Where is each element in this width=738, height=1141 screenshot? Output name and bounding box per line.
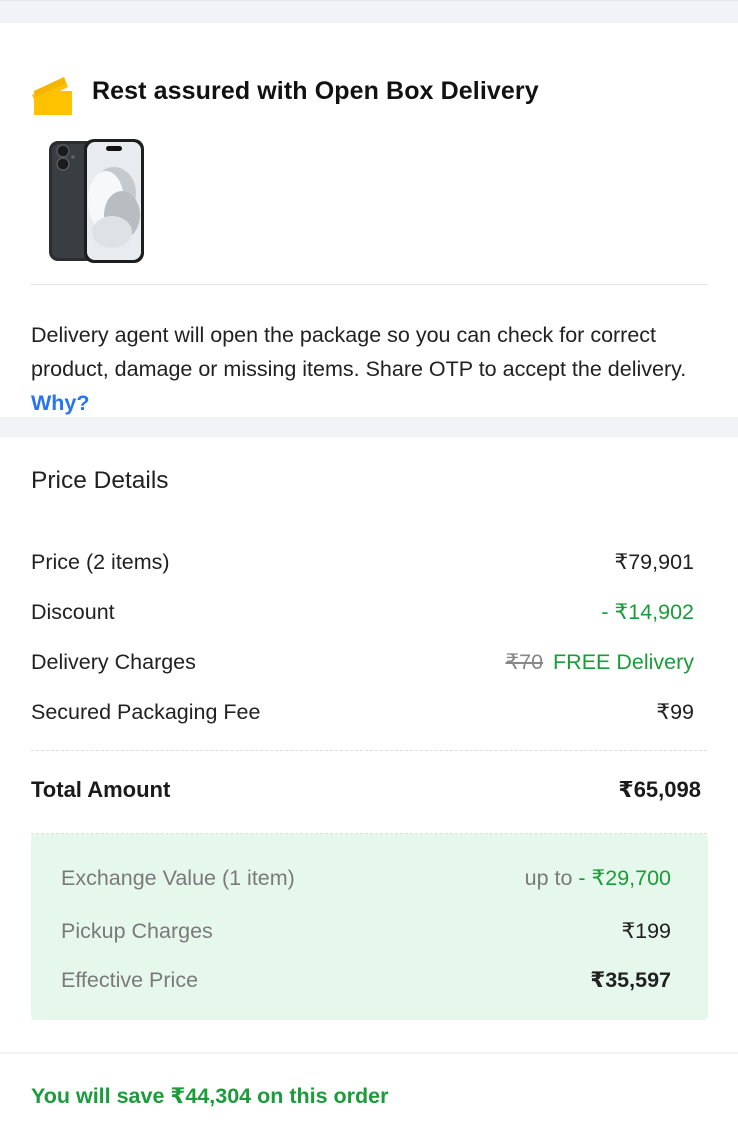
open-box-delivery-section: Rest assured with Open Box Delivery Deli… [0,23,738,417]
total-amount-row: Total Amount ₹65,098 [31,777,701,803]
why-link[interactable]: Why? [31,391,90,415]
free-delivery-text: FREE Delivery [553,650,694,674]
effective-price-label: Effective Price [61,968,199,992]
total-amount-label: Total Amount [31,777,171,802]
exchange-value-values: up to - ₹29,700 [525,866,671,891]
price-details-title: Price Details [31,467,169,494]
packaging-fee-value: ₹99 [656,700,694,724]
exchange-summary-box: Exchange Value (1 item) up to - ₹29,700 … [31,834,708,1020]
delivery-charges-row: Delivery Charges ₹70 FREE Delivery [31,650,694,675]
packaging-fee-label: Secured Packaging Fee [31,700,261,724]
open-box-description: Delivery agent will open the package so … [31,318,711,420]
price-row: Price (2 items) ₹79,901 [31,550,694,575]
price-value: ₹79,901 [614,550,694,574]
price-label: Price (2 items) [31,550,170,574]
discount-label: Discount [31,600,115,624]
open-box-description-text: Delivery agent will open the package so … [31,323,687,381]
pickup-charges-label: Pickup Charges [61,919,213,943]
exchange-value-label: Exchange Value (1 item) [61,866,295,890]
pickup-charges-row: Pickup Charges ₹199 [61,919,671,944]
exchange-value-amount: - ₹29,700 [578,866,671,890]
section-separator [0,0,738,23]
total-amount-value: ₹65,098 [618,777,701,802]
dashed-divider [31,750,707,751]
discount-row: Discount - ₹14,902 [31,600,694,625]
section-separator [0,417,738,437]
discount-value: - ₹14,902 [601,600,694,624]
packaging-fee-row: Secured Packaging Fee ₹99 [31,700,694,725]
price-details-section: Price Details Price (2 items) ₹79,901 Di… [0,437,738,1049]
iphone-product-image[interactable] [46,137,148,265]
order-summary-page: Rest assured with Open Box Delivery Deli… [0,0,738,1141]
exchange-upto-text: up to [524,866,573,890]
open-box-icon [30,73,74,120]
delivery-charges-values: ₹70 FREE Delivery [505,650,694,675]
effective-price-value: ₹35,597 [590,968,671,992]
savings-message: You will save ₹44,304 on this order [31,1084,389,1108]
effective-price-row: Effective Price ₹35,597 [61,968,671,993]
delivery-charges-label: Delivery Charges [31,650,196,674]
delivery-old-price: ₹70 [505,650,544,674]
exchange-value-row: Exchange Value (1 item) up to - ₹29,700 [61,866,671,891]
divider [30,284,708,285]
open-box-title: Rest assured with Open Box Delivery [92,77,539,105]
pickup-charges-value: ₹199 [621,919,671,943]
section-divider [0,1052,738,1054]
